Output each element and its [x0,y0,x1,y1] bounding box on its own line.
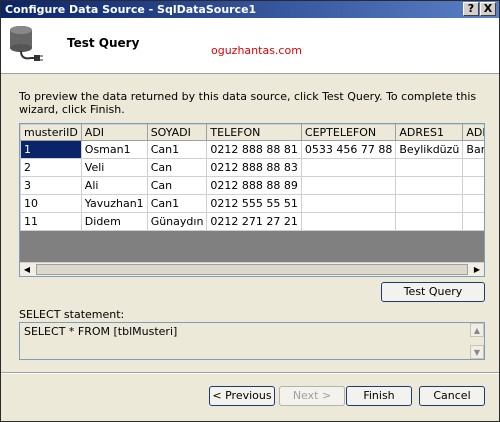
table-cell[interactable] [395,194,464,213]
column-header[interactable]: TELEFON [206,124,302,141]
configure-data-source-dialog: Configure Data Source - SqlDataSource1 ?… [0,0,500,422]
header-row: musteriID ADI SOYADI TELEFON CEPTELEFON ADRES… [20,124,484,141]
table-cell[interactable]: Didem [80,212,148,231]
scroll-thumb[interactable] [36,264,468,275]
table-cell[interactable] [300,176,397,195]
select-statement-box[interactable]: SELECT * FROM [tblMusteri] ▲ ▼ [19,322,485,360]
column-header[interactable]: SOYADI [146,124,208,141]
table-cell[interactable]: Can1 [146,140,208,159]
table-cell[interactable] [462,194,484,213]
table-cell[interactable]: 10 [20,194,82,213]
title-bar: Configure Data Source - SqlDataSource1 ?… [1,1,499,18]
select-statement-text: SELECT * FROM [tblMusteri] [24,325,178,338]
table-cell[interactable]: 0212 888 88 83 [206,158,302,177]
results-grid[interactable]: musteriID ADI SOYADI TELEFON CEPTELEFON ADRES… [19,123,485,277]
table-cell[interactable]: Günaydın [146,212,208,231]
instructions-text: To preview the data returned by this dat… [19,90,477,116]
horizontal-scrollbar[interactable]: ◀ ▶ [20,262,484,276]
cancel-button[interactable]: Cancel [419,386,485,406]
table-cell[interactable]: Can [146,176,208,195]
table-cell[interactable] [462,176,484,195]
watermark-text: oguzhantas.com [211,44,302,57]
scroll-right-icon[interactable]: ▶ [470,263,484,276]
table-cell[interactable]: Beylikdüzü [395,140,464,159]
table-cell[interactable]: 0212 888 88 81 [206,140,302,159]
table-cell[interactable]: Yavuzhan1 [80,194,148,213]
table-cell[interactable]: Veli [80,158,148,177]
scroll-left-icon[interactable]: ◀ [20,263,34,276]
scroll-up-icon[interactable]: ▲ [470,323,484,337]
close-button[interactable]: X [480,2,496,16]
scroll-down-icon[interactable]: ▼ [470,345,484,359]
table-cell[interactable]: Osman1 [80,140,148,159]
table-cell[interactable]: Can1 [146,194,208,213]
table-row[interactable]: 2 Veli Can 0212 888 88 83 [20,158,484,177]
column-header[interactable]: ADRES1 [395,124,464,141]
help-button[interactable]: ? [463,2,479,16]
table-cell[interactable] [462,212,484,231]
table-row[interactable]: 10 Yavuzhan1 Can1 0212 555 55 51 [20,194,484,213]
table-cell[interactable] [462,158,484,177]
table-cell[interactable]: 2 [20,158,82,177]
table-cell[interactable]: Barış Mh. [462,140,484,159]
table-cell[interactable]: Ali [80,176,148,195]
finish-button[interactable]: Finish [346,386,412,406]
test-query-button[interactable]: Test Query [381,282,485,302]
table-cell[interactable]: 0212 888 88 89 [206,176,302,195]
column-header[interactable]: musteriID [20,124,82,141]
table-row[interactable]: 3 Ali Can 0212 888 88 89 [20,176,484,195]
column-header[interactable]: ADRES2 [462,124,484,141]
select-statement-label: SELECT statement: [19,308,125,321]
column-header[interactable]: ADI [80,124,148,141]
footer-divider [1,372,499,374]
results-table: musteriID ADI SOYADI TELEFON CEPTELEFON ADRES… [20,124,484,231]
grid-viewport: musteriID ADI SOYADI TELEFON CEPTELEFON ADRES… [20,124,484,262]
table-cell[interactable]: 0533 456 77 88 [300,140,397,159]
table-cell[interactable]: 11 [20,212,82,231]
table-cell[interactable] [395,158,464,177]
table-cell[interactable]: Can [146,158,208,177]
table-cell[interactable]: 0212 555 55 51 [206,194,302,213]
wizard-header: Test Query oguzhantas.com [1,18,499,74]
table-cell[interactable] [300,212,397,231]
column-header[interactable]: CEPTELEFON [300,124,397,141]
next-button[interactable]: Next > [279,386,345,406]
window-title: Configure Data Source - SqlDataSource1 [5,3,257,16]
table-cell[interactable]: 0212 271 27 21 [206,212,302,231]
table-row[interactable]: 11 Didem Günaydın 0212 271 27 21 [20,212,484,231]
table-cell[interactable] [300,194,397,213]
table-cell[interactable] [300,158,397,177]
table-cell[interactable] [395,176,464,195]
page-title: Test Query [67,36,140,50]
table-cell[interactable] [395,212,464,231]
database-icon [9,24,43,64]
table-cell[interactable]: 3 [20,176,82,195]
table-cell[interactable]: 1 [20,140,82,159]
previous-button[interactable]: < Previous [209,386,275,406]
statement-scrollbar[interactable]: ▲ ▼ [470,323,484,359]
table-row[interactable]: 1 Osman1 Can1 0212 888 88 81 0533 456 77 88 B… [20,140,484,159]
